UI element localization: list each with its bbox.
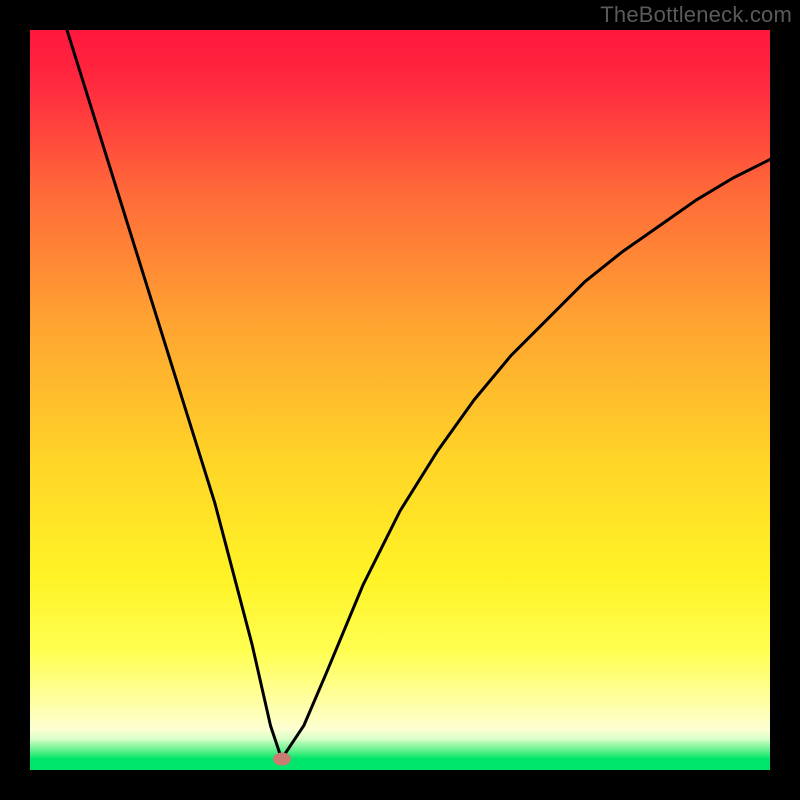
bottleneck-curve [30, 30, 770, 770]
optimal-marker-dot [273, 752, 291, 765]
chart-container: TheBottleneck.com [0, 0, 800, 800]
watermark-text: TheBottleneck.com [600, 2, 792, 28]
plot-area [30, 30, 770, 770]
